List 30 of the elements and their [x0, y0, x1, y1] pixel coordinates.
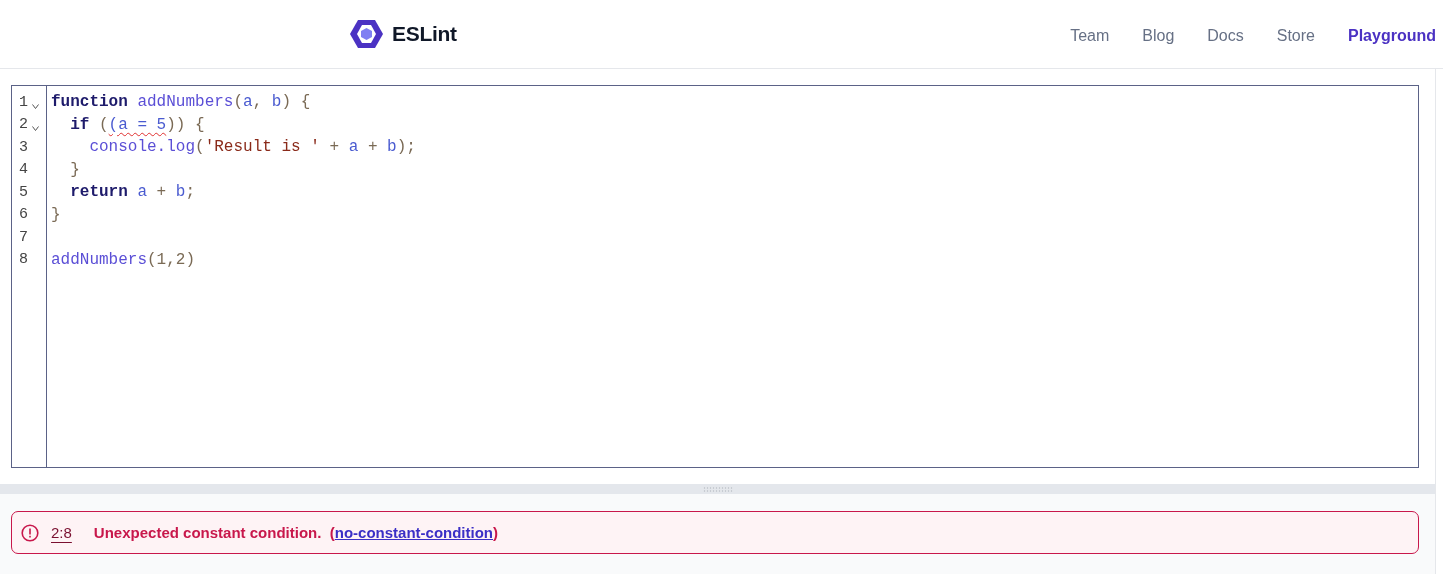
code-line: return a + b; [69, 183, 196, 202]
code-line: } [69, 160, 80, 179]
line-number: 1 [19, 93, 28, 111]
line-number: 6 [19, 206, 28, 224]
nav-link[interactable]: Blog [1142, 26, 1175, 45]
nav-link[interactable]: Docs [1207, 26, 1244, 45]
line-number: 2 [19, 116, 28, 134]
alert-icon [21, 523, 39, 542]
code-line: console.log('Result is ' + a + b); [88, 138, 416, 157]
line-number: 8 [19, 251, 28, 269]
chevron-icon[interactable] [32, 126, 39, 132]
resize-handle[interactable] [0, 484, 1435, 494]
code-line: } [51, 205, 61, 224]
code-line: function addNumbers(a, b) { [51, 93, 311, 112]
grip-icon[interactable] [702, 486, 733, 492]
line-number: 7 [19, 228, 28, 246]
nav-link[interactable]: Team [1070, 26, 1110, 45]
code-line: if ((a = 5)) { [69, 115, 205, 134]
logo-icon [350, 19, 383, 49]
message-text: Unexpected constant condition. (no-constant-condition) [93, 524, 499, 541]
line-number: 3 [19, 138, 28, 156]
location-link[interactable]: 2:8 [51, 524, 72, 541]
chevron-icon[interactable] [32, 103, 39, 109]
nav-link[interactable]: Playground [1348, 26, 1436, 45]
line-number: 4 [19, 161, 28, 179]
line-number: 5 [19, 183, 28, 201]
nav-link[interactable]: Store [1276, 26, 1315, 45]
code-line: addNumbers(1,2) [51, 250, 196, 269]
logo-text: ESLint [392, 22, 457, 46]
code-editor[interactable]: 1 2 3 4 5 6 7 8 function addNumbers(a, b) { if ((a = 5)) { console.log('Result is ' + a + b); } return a + b; } addNumbers(1,2) [11, 85, 1419, 468]
